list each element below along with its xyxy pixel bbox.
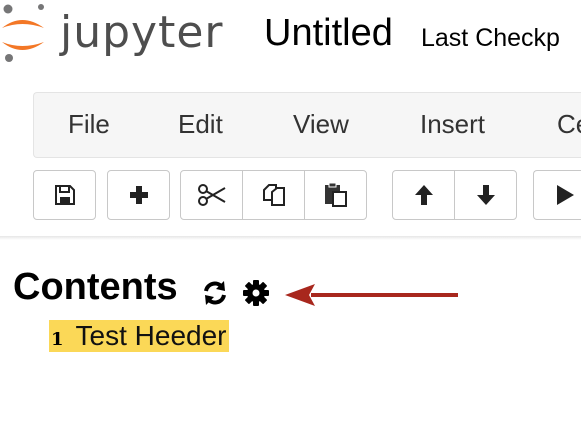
move-up-button[interactable] [392,170,455,220]
run-icon [557,185,574,205]
toc-entry-number: 1 [51,328,64,350]
menu-view[interactable]: View [293,109,349,140]
run-button[interactable] [533,170,581,220]
insert-cell-button[interactable] [107,170,170,220]
jupyter-logo-icon [2,4,44,62]
notebook-header: jupyter Untitled Last Checkp [0,0,581,70]
toc-entry[interactable]: 1 Test Heeder [49,320,229,352]
jupyter-logo[interactable]: jupyter [0,2,240,62]
gear-icon [243,280,269,306]
save-button-group [33,170,96,222]
annotation-arrow [285,284,458,306]
toc-entry-label: Test Heeder [75,320,227,351]
menu-insert[interactable]: Insert [420,109,485,140]
copy-icon [262,184,285,206]
paste-button[interactable] [304,170,367,220]
clipboard-button-group [180,170,367,222]
jupyter-logo-text: jupyter [60,7,224,58]
plus-icon [129,186,148,204]
cut-button[interactable] [180,170,243,220]
move-button-group [392,170,517,222]
menu-edit[interactable]: Edit [178,109,223,140]
run-button-group [533,170,581,222]
refresh-icon [204,281,226,305]
main-toolbar [33,170,581,222]
move-down-button[interactable] [454,170,517,220]
copy-button[interactable] [242,170,305,220]
save-icon [54,185,75,205]
save-button[interactable] [33,170,96,220]
arrow-down-icon [476,185,495,205]
cut-icon [197,184,226,206]
paste-icon [324,182,347,207]
menu-file[interactable]: File [68,109,110,140]
menu-cell[interactable]: Ce [557,109,581,140]
insert-button-group [107,170,170,222]
notebook-title[interactable]: Untitled [264,12,393,55]
last-checkpoint-text: Last Checkp [421,24,560,52]
menubar: File Edit View Insert Ce [33,92,581,158]
toc-settings-button[interactable] [242,279,270,312]
arrow-up-icon [414,185,433,205]
toc-title: Contents [13,266,178,308]
header-divider [0,236,581,240]
toc-refresh-button[interactable] [200,279,230,312]
